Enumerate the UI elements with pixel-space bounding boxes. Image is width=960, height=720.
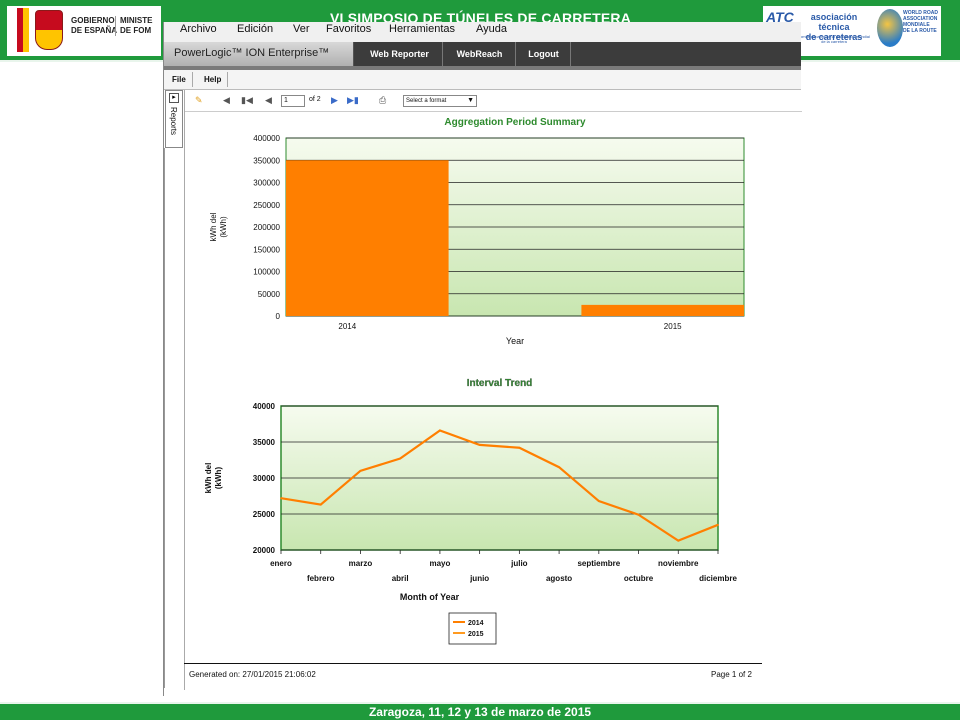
x-tick-label: enero — [270, 559, 292, 568]
data-point — [478, 444, 481, 446]
y-axis-label: kWh del(kWh) — [204, 463, 223, 494]
y-axis-label: kWh del(kWh) — [209, 212, 228, 241]
data-point — [518, 446, 521, 449]
data-point — [558, 466, 560, 469]
atc-subtitle: comité español de la asociación mundial … — [798, 34, 870, 44]
charts-canvas: Aggregation Period Summary 0 50000 100000 15… — [204, 117, 745, 645]
bar-2014 — [286, 160, 449, 316]
data-point — [677, 539, 680, 542]
gobierno-line2: DE ESPAÑA — [71, 26, 118, 35]
x-axis-label: Month of Year — [400, 592, 460, 602]
aggregation-chart: Aggregation Period Summary 0 50000 100000 15… — [209, 117, 745, 346]
data-point — [280, 497, 282, 499]
data-point — [439, 429, 441, 432]
x-tick-label: diciembre — [699, 574, 737, 583]
report-footer-line — [184, 663, 762, 664]
data-point — [359, 470, 362, 472]
y-tick-label: 200000 — [253, 223, 280, 232]
slide: GOBIERNO DE ESPAÑA MINISTE DE FOM VI SIM… — [0, 0, 960, 720]
y-tick-label: 25000 — [253, 510, 276, 519]
x-tick-label: abril — [392, 574, 409, 583]
y-tick-label: 100000 — [253, 268, 280, 277]
y-tick-label: 300000 — [253, 179, 280, 188]
browser-window: Archivo Edición Ver Favoritos Herramient… — [163, 22, 802, 696]
y-axis-label-line2: (kWh) — [219, 216, 228, 238]
gobierno-logo: GOBIERNO DE ESPAÑA MINISTE DE FOM — [7, 6, 161, 56]
y-tick-label: 400000 — [253, 134, 280, 143]
generated-timestamp: Generated on: 27/01/2015 21:06:02 — [189, 670, 316, 679]
x-tick-label: marzo — [349, 559, 373, 568]
gobierno-text: GOBIERNO DE ESPAÑA — [71, 16, 117, 36]
y-tick-label: 40000 — [253, 402, 276, 411]
chart-title: Interval Trend — [467, 378, 533, 389]
legend-box — [448, 612, 497, 645]
gobierno-line1: GOBIERNO — [71, 16, 115, 25]
x-tick-label: septiembre — [577, 559, 620, 568]
x-tick-label: julio — [510, 559, 528, 568]
atc-name-line1: asociación técnica — [810, 12, 858, 32]
ministerio-text: MINISTE DE FOM — [115, 16, 152, 36]
data-point — [399, 457, 401, 460]
y-axis-label-line1: kWh del — [204, 463, 213, 494]
y-tick-label: 20000 — [253, 546, 276, 555]
y-tick-label: 250000 — [253, 201, 280, 210]
data-point — [319, 503, 322, 506]
x-tick-label: junio — [469, 574, 489, 583]
x-tick-label: 2014 — [338, 322, 356, 331]
ministerio-line2: DE FOM — [120, 26, 152, 35]
interval-trend-chart: Interval Trend 20000 25000 30000 35000 40000 e… — [204, 378, 737, 645]
y-tick-label: 30000 — [253, 474, 276, 483]
legend-label: 2015 — [468, 631, 484, 638]
y-tick-label: 0 — [276, 312, 281, 321]
data-point — [637, 513, 640, 516]
y-tick-label: 50000 — [258, 290, 281, 299]
x-tick-label: noviembre — [658, 559, 699, 568]
page-indicator: Page 1 of 2 — [711, 670, 752, 679]
legend-label: 2014 — [468, 620, 484, 627]
x-axis-label: Year — [506, 336, 524, 346]
wra-line4: DE LA ROUTE — [903, 28, 937, 34]
y-axis-label-line2: (kWh) — [214, 467, 223, 490]
x-tick-label: agosto — [546, 574, 572, 583]
x-tick-label: 2015 — [664, 322, 682, 331]
bar-2015 — [581, 304, 744, 316]
y-tick-label: 35000 — [253, 438, 276, 447]
data-point — [598, 500, 600, 502]
conference-footer: Zaragoza, 11, 12 y 13 de marzo de 2015 — [0, 702, 960, 720]
x-tick-label: febrero — [307, 574, 335, 583]
y-tick-label: 150000 — [253, 245, 280, 254]
conference-footer-text: Zaragoza, 11, 12 y 13 de marzo de 2015 — [368, 705, 592, 719]
flag-stripe-yellow — [23, 8, 29, 52]
coat-of-arms-icon — [35, 10, 63, 50]
chart-title: Aggregation Period Summary — [444, 117, 586, 128]
wra-text: WORLD ROAD ASSOCIATION MONDIALE DE LA RO… — [903, 10, 941, 34]
x-tick-label: octubre — [624, 574, 654, 583]
ministerio-line1: MINISTE — [120, 16, 153, 25]
globe-icon — [877, 9, 903, 47]
data-point — [717, 524, 719, 526]
x-tick-label: mayo — [429, 559, 450, 568]
y-tick-label: 350000 — [253, 156, 280, 165]
y-axis-label-line1: kWh del — [209, 212, 218, 241]
